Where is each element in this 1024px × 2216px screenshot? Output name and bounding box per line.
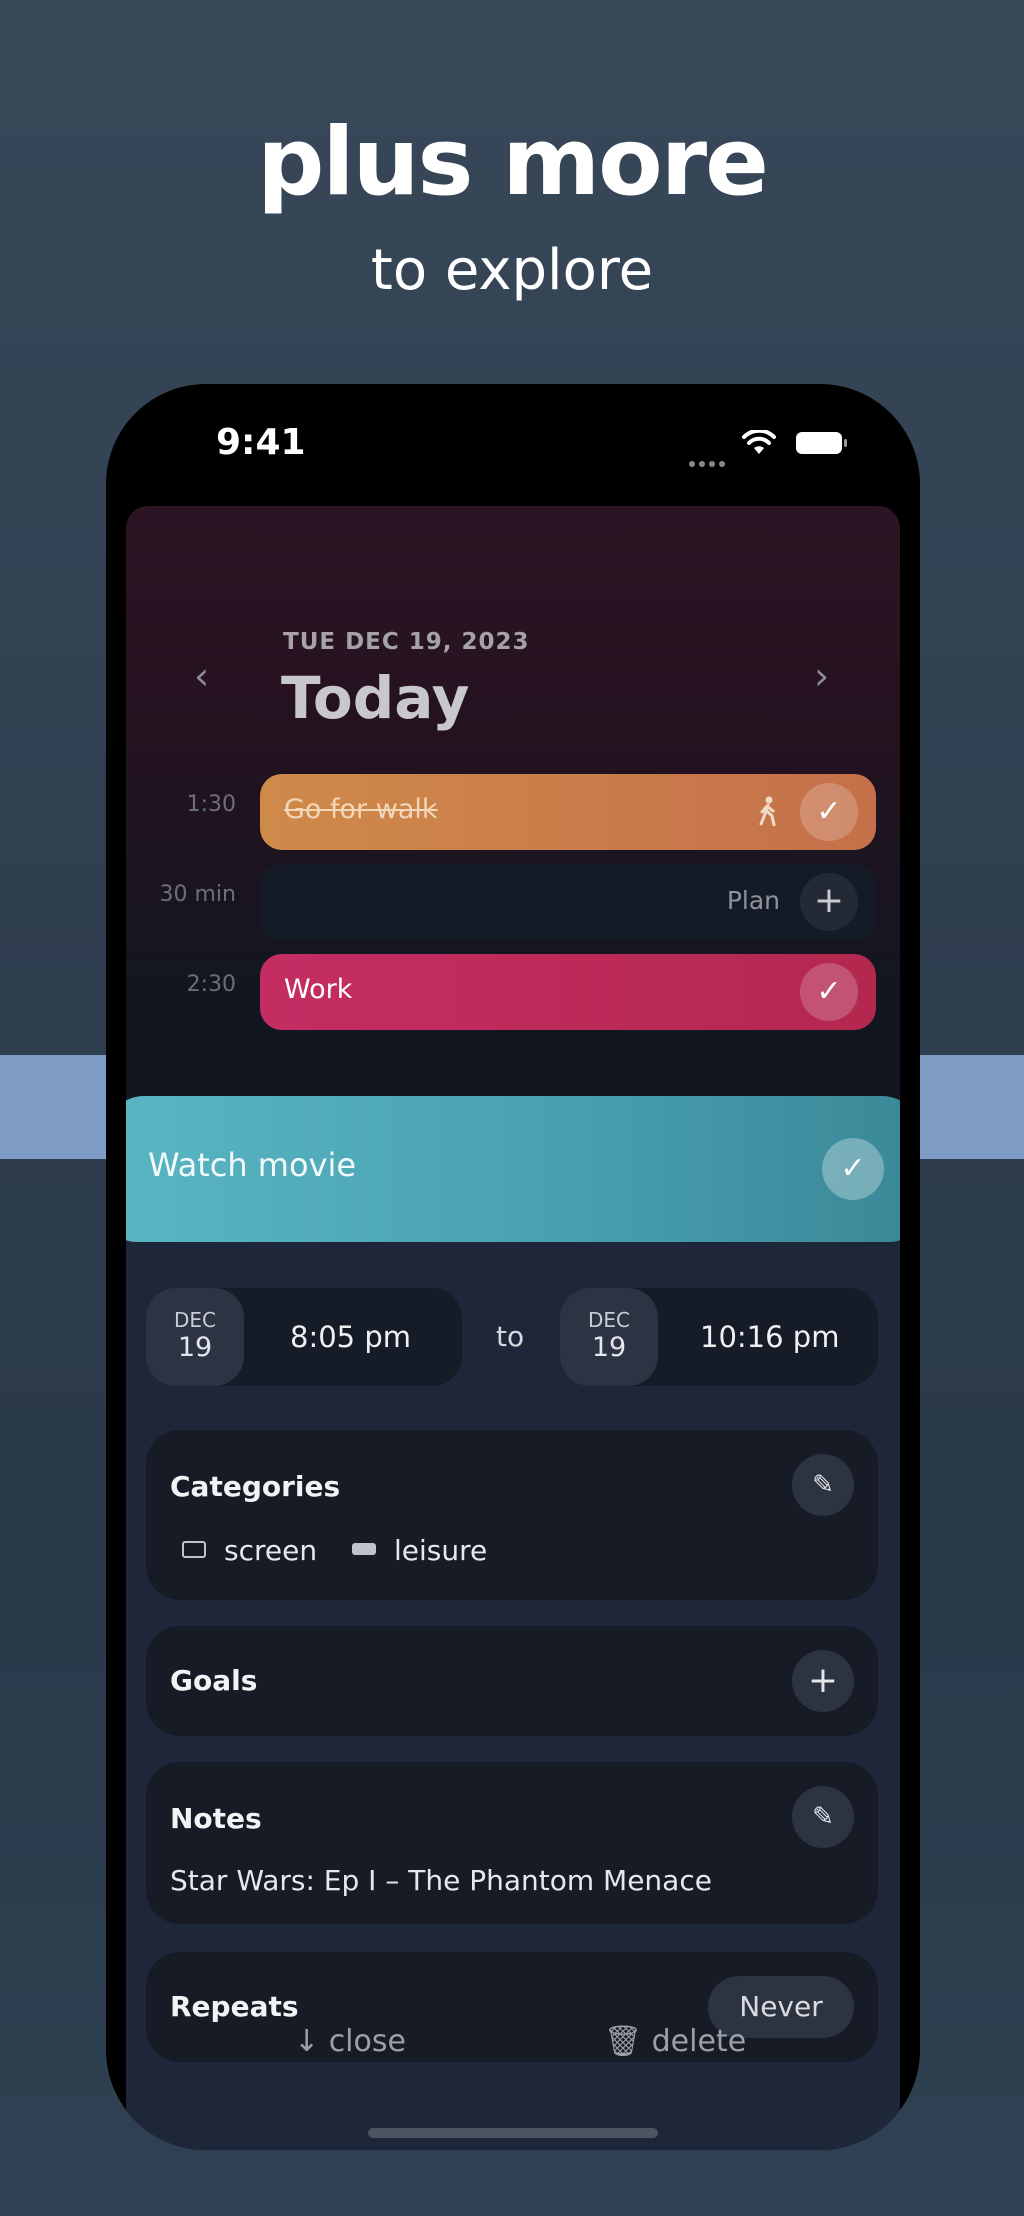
notes-title: Notes [170, 1802, 262, 1835]
notes-text: Star Wars: Ep I – The Phantom Menace [170, 1864, 712, 1897]
start-date-box[interactable]: DEC 19 [146, 1288, 244, 1386]
repeats-card: Repeats Never [146, 1952, 878, 2062]
end-day: 19 [591, 1332, 627, 1363]
event-title[interactable]: Watch movie [148, 1146, 356, 1184]
goals-title: Goals [170, 1664, 258, 1697]
delete-button[interactable]: 🗑 delete [604, 2024, 746, 2059]
complete-check-button[interactable]: ✓ [800, 783, 858, 841]
category-label: screen [224, 1534, 318, 1567]
event-title: Work [284, 974, 353, 1005]
chevron-left-icon[interactable]: ‹ [194, 654, 209, 698]
battery-icon [796, 432, 847, 454]
edit-notes-button[interactable]: ✎ [792, 1786, 854, 1848]
app-screen: ‹ › TUE DEC 19, 2023 Today 1:30 Go for w… [126, 506, 900, 2150]
edit-categories-button[interactable]: ✎ [792, 1454, 854, 1516]
calendar-date: TUE DEC 19, 2023 [283, 629, 530, 655]
promo-headline: plus more [257, 108, 769, 217]
walk-icon [759, 796, 776, 826]
categories-title: Categories [170, 1470, 341, 1503]
delete-label: delete [651, 2024, 747, 2059]
promo-subline: to explore [370, 238, 654, 303]
sofa-icon [352, 1543, 376, 1555]
chevron-right-icon[interactable]: › [814, 654, 829, 698]
start-time: 8:05 pm [290, 1320, 411, 1354]
complete-check-button[interactable]: ✓ [822, 1138, 884, 1200]
row-time: 2:30 [186, 972, 236, 997]
close-button[interactable]: ↓ close [294, 2024, 406, 2059]
end-time: 10:16 pm [700, 1320, 840, 1354]
to-label: to [496, 1320, 525, 1353]
monitor-icon [182, 1540, 206, 1558]
category-label: leisure [394, 1534, 488, 1567]
phone-frame: 9:41 ‹ › TUE DEC 19, 2023 Today 1:30 Go … [106, 384, 920, 2150]
event-work[interactable]: Work ✓ [260, 954, 876, 1030]
event-go-for-walk[interactable]: Go for walk ✓ [260, 774, 876, 850]
add-plan-button[interactable]: + [800, 873, 858, 931]
page-title: Today [281, 664, 470, 732]
end-month: DEC [587, 1308, 630, 1332]
repeats-title: Repeats [170, 1990, 299, 2023]
complete-check-button[interactable]: ✓ [800, 963, 858, 1021]
event-title: Go for walk [284, 794, 438, 825]
category-screen[interactable]: screen [182, 1534, 317, 1567]
start-month: DEC [173, 1308, 216, 1332]
wifi-icon [742, 430, 776, 454]
event-detail-sheet: Watch movie ✓ DEC 19 8:05 pm to DEC 19 1… [126, 1096, 900, 2150]
notes-card: Notes ✎ Star Wars: Ep I – The Phantom Me… [146, 1762, 878, 1924]
add-goal-button[interactable]: + [792, 1650, 854, 1712]
row-time: 1:30 [186, 792, 236, 817]
end-time-picker[interactable]: DEC 19 10:16 pm [560, 1288, 878, 1386]
category-leisure[interactable]: leisure [352, 1534, 487, 1567]
arrow-down-icon: ↓ [294, 2024, 320, 2059]
plan-slot[interactable]: Plan + [260, 864, 876, 940]
plan-label: Plan [726, 886, 780, 915]
goals-card: Goals + [146, 1626, 878, 1736]
trash-icon: 🗑 [604, 2024, 643, 2059]
start-day: 19 [177, 1332, 213, 1363]
signal-dots-icon [689, 452, 729, 471]
start-time-picker[interactable]: DEC 19 8:05 pm [146, 1288, 462, 1386]
categories-card: Categories ✎ screen leisure [146, 1430, 878, 1600]
close-label: close [328, 2024, 406, 2059]
status-time: 9:41 [216, 422, 306, 463]
event-header: Watch movie ✓ [126, 1096, 900, 1242]
end-date-box[interactable]: DEC 19 [560, 1288, 658, 1386]
row-time: 30 min [159, 882, 236, 907]
home-indicator [368, 2128, 658, 2138]
